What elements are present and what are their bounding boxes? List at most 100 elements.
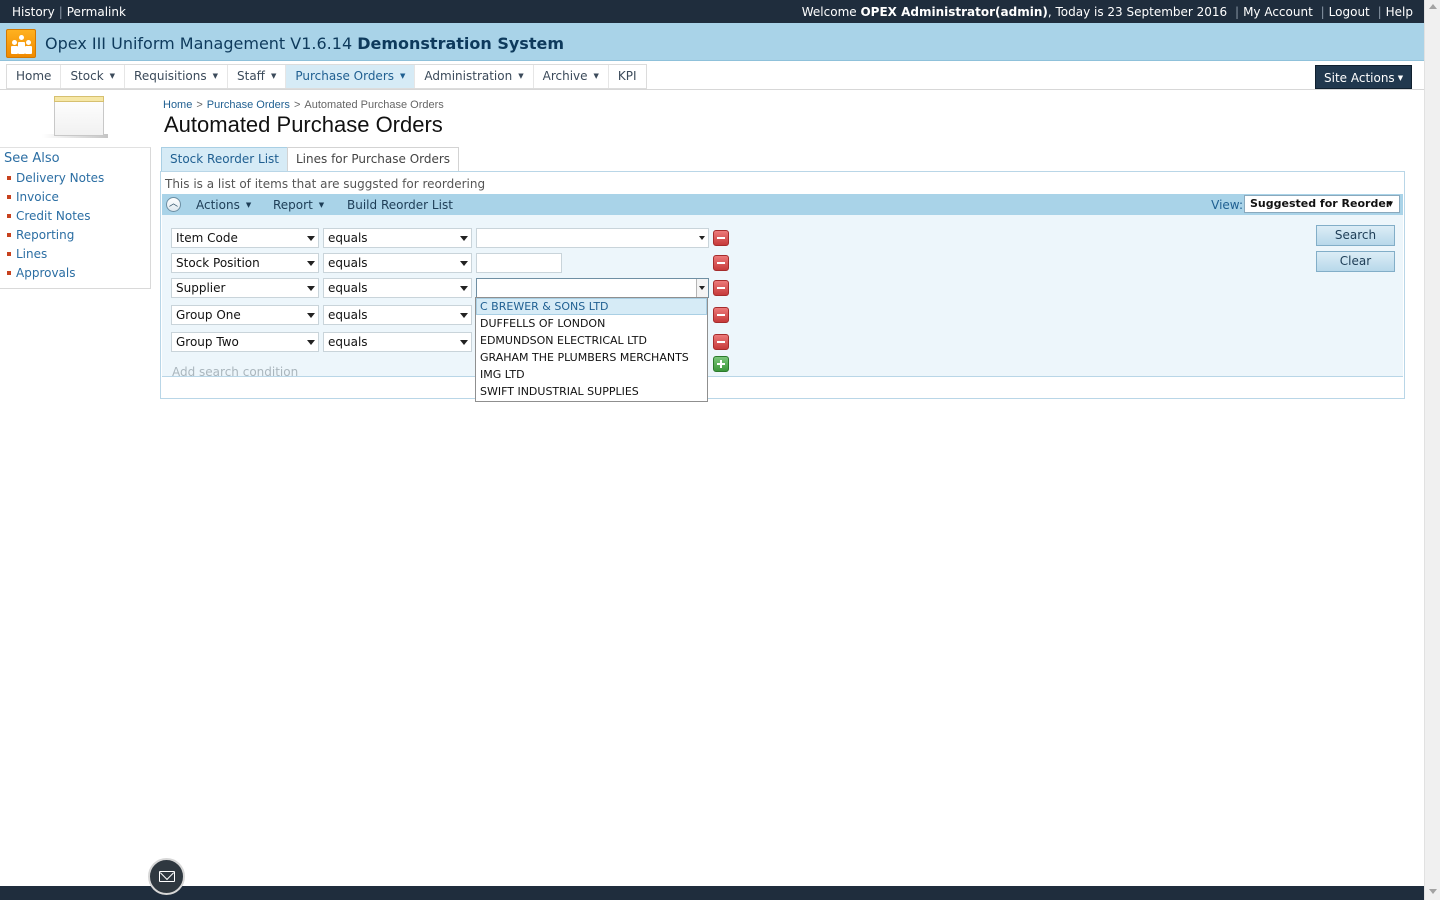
chevron-down-icon: ▼ [245,201,252,209]
page-image-icon [42,96,108,140]
dropdown-arrow-icon [307,313,315,318]
chevron-down-icon: ▼ [1397,74,1404,82]
help-link[interactable]: Help [1386,5,1413,19]
chevron-down-icon: ▼ [270,72,277,80]
view-select[interactable]: Suggested for Reorder ▼ [1244,195,1400,213]
condition-value-item-code[interactable] [476,228,709,248]
supplier-option[interactable]: SWIFT INDUSTRIAL SUPPLIES [476,383,707,400]
breadcrumb: Home > Purchase Orders > Automated Purchase … [163,99,444,111]
reorder-panel: This is a list of items that are suggste… [160,171,1405,399]
dropdown-arrow-icon [460,286,468,291]
remove-condition-icon[interactable] [713,230,729,246]
supplier-option[interactable]: EDMUNDSON ELECTRICAL LTD [476,332,707,349]
nav-administration[interactable]: Administration ▼ [415,65,534,88]
dropdown-arrow-icon [307,340,315,345]
condition-operator[interactable]: equals [323,332,472,352]
breadcrumb-current: Automated Purchase Orders [304,99,444,111]
condition-field-item-code[interactable]: Item Code [171,228,319,248]
history-link[interactable]: History [12,5,55,19]
permalink-link[interactable]: Permalink [67,5,126,19]
top-navigation: Home Stock ▼ Requisitions ▼ Staff ▼ Purchas… [0,62,1424,90]
list-toolbar: ︿ Actions ▼ Report ▼ Build Reorder List Vi… [162,194,1403,215]
see-also-link-reporting[interactable]: Reporting [7,228,104,247]
see-also-link-credit-notes[interactable]: Credit Notes [7,209,104,228]
mail-button[interactable] [148,858,185,895]
supplier-option[interactable]: DUFFELLS OF LONDON [476,315,707,332]
clear-button[interactable]: Clear [1316,251,1395,272]
dropdown-arrow-icon [307,261,315,266]
tab-stock-reorder-list[interactable]: Stock Reorder List [161,147,288,171]
see-also-link-approvals[interactable]: Approvals [7,266,104,285]
dropdown-arrow-icon [460,236,468,241]
logout-link[interactable]: Logout [1329,5,1370,19]
condition-operator[interactable]: equals [323,278,472,298]
vertical-scrollbar[interactable] [1424,0,1440,900]
dropdown-arrow-icon [699,286,705,290]
condition-value-supplier[interactable] [476,278,709,298]
remove-condition-icon[interactable] [713,307,729,323]
collapse-icon[interactable]: ︿ [166,197,181,212]
supplier-dropdown-list: C BREWER & SONS LTD DUFFELLS OF LONDON E… [475,297,708,402]
remove-condition-icon[interactable] [713,255,729,271]
chevron-down-icon: ▼ [518,72,524,80]
breadcrumb-home[interactable]: Home [163,99,192,111]
nav-staff[interactable]: Staff ▼ [228,65,287,88]
view-label: View: [1211,198,1243,212]
my-account-link[interactable]: My Account [1243,5,1313,19]
see-also-link-invoice[interactable]: Invoice [7,190,104,209]
chevron-down-icon: ▼ [109,72,116,80]
user-name: OPEX Administrator(admin) [860,5,1048,19]
remove-condition-icon[interactable] [713,280,729,296]
dropdown-arrow-icon [307,286,315,291]
condition-operator[interactable]: equals [323,228,472,248]
see-also-link-delivery-notes[interactable]: Delivery Notes [7,171,104,190]
condition-field-group-two[interactable]: Group Two [171,332,319,352]
supplier-option[interactable]: GRAHAM THE PLUMBERS MERCHANTS [476,349,707,366]
bottom-bar [0,886,1424,900]
actions-menu[interactable]: Actions ▼ [196,198,251,212]
remove-condition-icon[interactable] [713,334,729,350]
scroll-up-icon[interactable] [1429,4,1437,9]
chevron-down-icon: ▼ [593,72,599,80]
condition-field-group-one[interactable]: Group One [171,305,319,325]
app-name: Opex III Uniform Management V1.6.14 [45,34,353,53]
see-also-title: See Also [4,151,60,166]
system-name: Demonstration System [357,34,564,53]
supplier-option[interactable]: IMG LTD [476,366,707,383]
breadcrumb-purchase-orders[interactable]: Purchase Orders [207,99,290,111]
chevron-down-icon: ▼ [212,72,218,80]
nav-home[interactable]: Home [7,65,62,88]
see-also-link-lines[interactable]: Lines [7,247,104,266]
app-logo-icon[interactable] [6,29,36,58]
add-search-condition-link[interactable]: Add search condition [172,365,298,379]
nav-kpi[interactable]: KPI [609,65,646,88]
build-reorder-list-button[interactable]: Build Reorder List [347,198,453,212]
condition-field-stock-position[interactable]: Stock Position [171,253,319,273]
welcome-text: Welcome [801,5,857,19]
site-actions-button[interactable]: Site Actions ▼ [1315,65,1412,89]
tab-lines-for-purchase-orders[interactable]: Lines for Purchase Orders [287,147,460,171]
search-button[interactable]: Search [1316,225,1395,246]
chevron-down-icon: ▼ [400,72,406,80]
see-also-panel: See Also Delivery Notes Invoice Credit N… [0,147,151,289]
tab-strip: Stock Reorder List Lines for Purchase Or… [161,147,460,171]
nav-archive[interactable]: Archive ▼ [534,65,609,88]
chevron-down-icon: ▼ [1387,200,1393,208]
condition-operator[interactable]: equals [323,305,472,325]
chevron-down-icon: ▼ [318,201,325,209]
dropdown-arrow-icon [699,236,705,240]
condition-field-supplier[interactable]: Supplier [171,278,319,298]
dropdown-arrow-icon [460,261,468,266]
nav-purchase-orders[interactable]: Purchase Orders ▼ [286,65,416,88]
add-condition-icon[interactable] [713,356,729,372]
condition-value-stock-position[interactable] [476,253,562,273]
scroll-down-icon[interactable] [1429,889,1437,894]
nav-requisitions[interactable]: Requisitions ▼ [125,65,228,88]
report-menu[interactable]: Report ▼ [273,198,324,212]
condition-operator[interactable]: equals [323,253,472,273]
page-title: Automated Purchase Orders [164,112,443,137]
dropdown-arrow-icon [460,340,468,345]
nav-stock[interactable]: Stock ▼ [61,65,126,88]
search-conditions: Item Code equals Stock Position equals S… [162,215,1403,379]
supplier-option[interactable]: C BREWER & SONS LTD [476,298,707,315]
